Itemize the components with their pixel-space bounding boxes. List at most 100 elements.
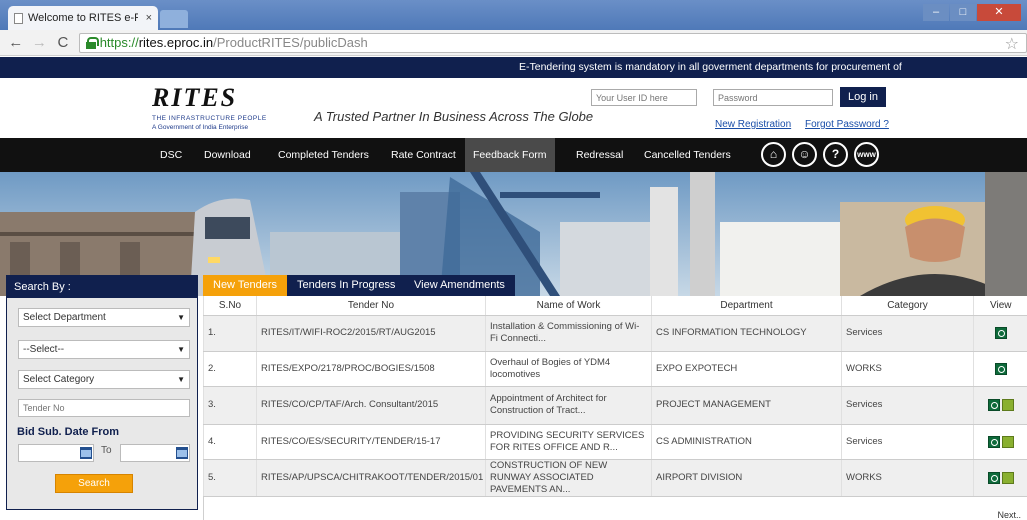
- logo-text: RITES: [152, 83, 238, 112]
- cell-tender-no[interactable]: RITES/EXPO/2178/PROC/BOGIES/1508: [256, 351, 486, 387]
- url-host: rites.eproc.in: [138, 35, 214, 50]
- generic-select[interactable]: --Select-- ▼: [18, 340, 190, 359]
- lock-icon: [85, 36, 99, 49]
- chevron-down-icon: ▼: [177, 345, 185, 354]
- cell-category: WORKS: [841, 459, 974, 497]
- support-icon[interactable]: ☺: [792, 142, 817, 167]
- department-select[interactable]: Select Department ▼: [18, 308, 190, 327]
- tab-close-icon[interactable]: ×: [146, 12, 152, 24]
- bid-date-label: Bid Sub. Date From: [17, 426, 120, 438]
- tab-view-amendments[interactable]: View Amendments: [404, 275, 515, 296]
- cell-name-of-work: PROVIDING SECURITY SERVICES FOR RITES OF…: [485, 424, 652, 460]
- view-details-icon[interactable]: [994, 362, 1007, 375]
- browser-tab[interactable]: Welcome to RITES e-Proc ×: [8, 6, 158, 30]
- document-icon[interactable]: [1001, 435, 1014, 448]
- cell-view: [973, 459, 1027, 497]
- logo-subtitle-2: A Government of India Enterprise: [152, 124, 249, 131]
- cell-tender-no[interactable]: RITES/IT/WIFI-ROC2/2015/RT/AUG2015: [256, 315, 486, 352]
- bookmark-star-icon[interactable]: ☆: [1005, 34, 1019, 54]
- table-row: 4. RITES/CO/ES/SECURITY/TENDER/15-17 PRO…: [203, 424, 1027, 460]
- password-input[interactable]: [713, 89, 833, 106]
- url-path: /ProductRITES/publicDash: [213, 35, 368, 50]
- forgot-password-link[interactable]: Forgot Password ?: [805, 119, 889, 130]
- department-select-value: Select Department: [23, 312, 106, 323]
- cell-tender-no[interactable]: RITES/CO/CP/TAF/Arch. Consultant/2015: [256, 386, 486, 425]
- minimize-icon[interactable]: –: [923, 4, 949, 21]
- cell-department: EXPO EXPOTECH: [651, 351, 842, 387]
- date-from-input[interactable]: [18, 444, 94, 462]
- cell-view: [973, 351, 1027, 387]
- home-icon[interactable]: ⌂: [761, 142, 786, 167]
- col-tender-no: Tender No: [256, 296, 486, 316]
- marquee-notice: E-Tendering system is mandatory in all g…: [0, 57, 1027, 78]
- col-sno: S.No: [203, 296, 257, 316]
- search-panel-body: Select Department ▼ --Select-- ▼ Select …: [7, 298, 197, 509]
- maximize-icon[interactable]: □: [950, 4, 976, 21]
- new-registration-link[interactable]: New Registration: [715, 119, 791, 130]
- www-icon[interactable]: www: [854, 142, 879, 167]
- back-icon[interactable]: ←: [8, 34, 24, 51]
- date-to-input[interactable]: [120, 444, 190, 462]
- nav-feedback-form[interactable]: Feedback Form: [465, 138, 555, 172]
- cell-view: [973, 315, 1027, 352]
- login-button[interactable]: Log in: [840, 87, 886, 107]
- nav-rate-contract[interactable]: Rate Contract: [391, 138, 456, 172]
- url-input[interactable]: https://rites.eproc.in/ProductRITES/publ…: [78, 32, 1027, 53]
- calendar-icon[interactable]: [80, 447, 92, 459]
- close-window-icon[interactable]: ✕: [977, 4, 1021, 21]
- cell-sno: 1.: [203, 315, 257, 352]
- nav-download[interactable]: Download: [204, 138, 251, 172]
- cell-category: Services: [841, 315, 974, 352]
- help-icon[interactable]: ?: [823, 142, 848, 167]
- view-details-icon[interactable]: [987, 435, 1000, 448]
- tenders-table: S.No Tender No Name of Work Department C…: [203, 296, 1027, 497]
- cell-name-of-work: Overhaul of Bogies of YDM4 locomotives: [485, 351, 652, 387]
- nav-redressal[interactable]: Redressal: [576, 138, 623, 172]
- col-category: Category: [841, 296, 974, 316]
- site-header: RITES THE INFRASTRUCTURE PEOPLE A Govern…: [0, 78, 1027, 138]
- forward-icon[interactable]: →: [32, 34, 48, 51]
- nav-cancelled-tenders[interactable]: Cancelled Tenders: [644, 138, 731, 172]
- cell-department: CS INFORMATION TECHNOLOGY: [651, 315, 842, 352]
- document-icon[interactable]: [1001, 471, 1014, 484]
- table-row: 2. RITES/EXPO/2178/PROC/BOGIES/1508 Over…: [203, 351, 1027, 387]
- col-department: Department: [651, 296, 842, 316]
- browser-tab-title: Welcome to RITES e-Proc: [28, 12, 138, 24]
- view-details-icon[interactable]: [987, 471, 1000, 484]
- date-to-label: To: [101, 445, 112, 456]
- cell-category: WORKS: [841, 351, 974, 387]
- user-id-input[interactable]: [591, 89, 697, 106]
- cell-category: Services: [841, 424, 974, 460]
- cell-sno: 4.: [203, 424, 257, 460]
- table-row: 5. RITES/AP/UPSCA/CHITRAKOOT/TENDER/2015…: [203, 459, 1027, 497]
- category-select[interactable]: Select Category ▼: [18, 370, 190, 389]
- url-scheme: https://: [99, 35, 139, 50]
- calendar-icon[interactable]: [176, 447, 188, 459]
- tender-no-input[interactable]: [18, 399, 190, 417]
- nav-dsc[interactable]: DSC: [160, 138, 182, 172]
- search-button[interactable]: Search: [55, 474, 133, 493]
- chevron-down-icon: ▼: [177, 313, 185, 322]
- next-page-link[interactable]: Next..: [997, 510, 1021, 520]
- cell-sno: 2.: [203, 351, 257, 387]
- reload-icon[interactable]: C: [55, 34, 71, 51]
- cell-name-of-work: Appointment of Architect for Constructio…: [485, 386, 652, 425]
- view-details-icon[interactable]: [987, 399, 1000, 411]
- cell-name-of-work: CONSTRUCTION OF NEW RUNWAY ASSOCIATED PA…: [485, 459, 652, 497]
- nav-completed-tenders[interactable]: Completed Tenders: [278, 138, 369, 172]
- document-icon[interactable]: [1001, 399, 1014, 411]
- search-panel: Search By : Select Department ▼ --Select…: [6, 275, 198, 510]
- cell-tender-no[interactable]: RITES/CO/ES/SECURITY/TENDER/15-17: [256, 424, 486, 460]
- cell-department: AIRPORT DIVISION: [651, 459, 842, 497]
- tab-new-tenders[interactable]: New Tenders: [203, 275, 287, 296]
- view-details-icon[interactable]: [994, 327, 1007, 339]
- window-controls: – □ ✕: [923, 4, 1021, 21]
- tab-tenders-in-progress[interactable]: Tenders In Progress: [287, 275, 406, 296]
- new-tab-button[interactable]: [160, 10, 188, 28]
- rites-logo[interactable]: RITES THE INFRASTRUCTURE PEOPLE A Govern…: [152, 81, 292, 135]
- main-nav: DSC Download Completed Tenders Rate Cont…: [0, 138, 1027, 172]
- browser-tab-bar: Welcome to RITES e-Proc × – □ ✕: [0, 0, 1027, 30]
- cell-view: [973, 386, 1027, 425]
- cell-tender-no[interactable]: RITES/AP/UPSCA/CHITRAKOOT/TENDER/2015/01: [256, 459, 486, 497]
- table-row: 3. RITES/CO/CP/TAF/Arch. Consultant/2015…: [203, 386, 1027, 425]
